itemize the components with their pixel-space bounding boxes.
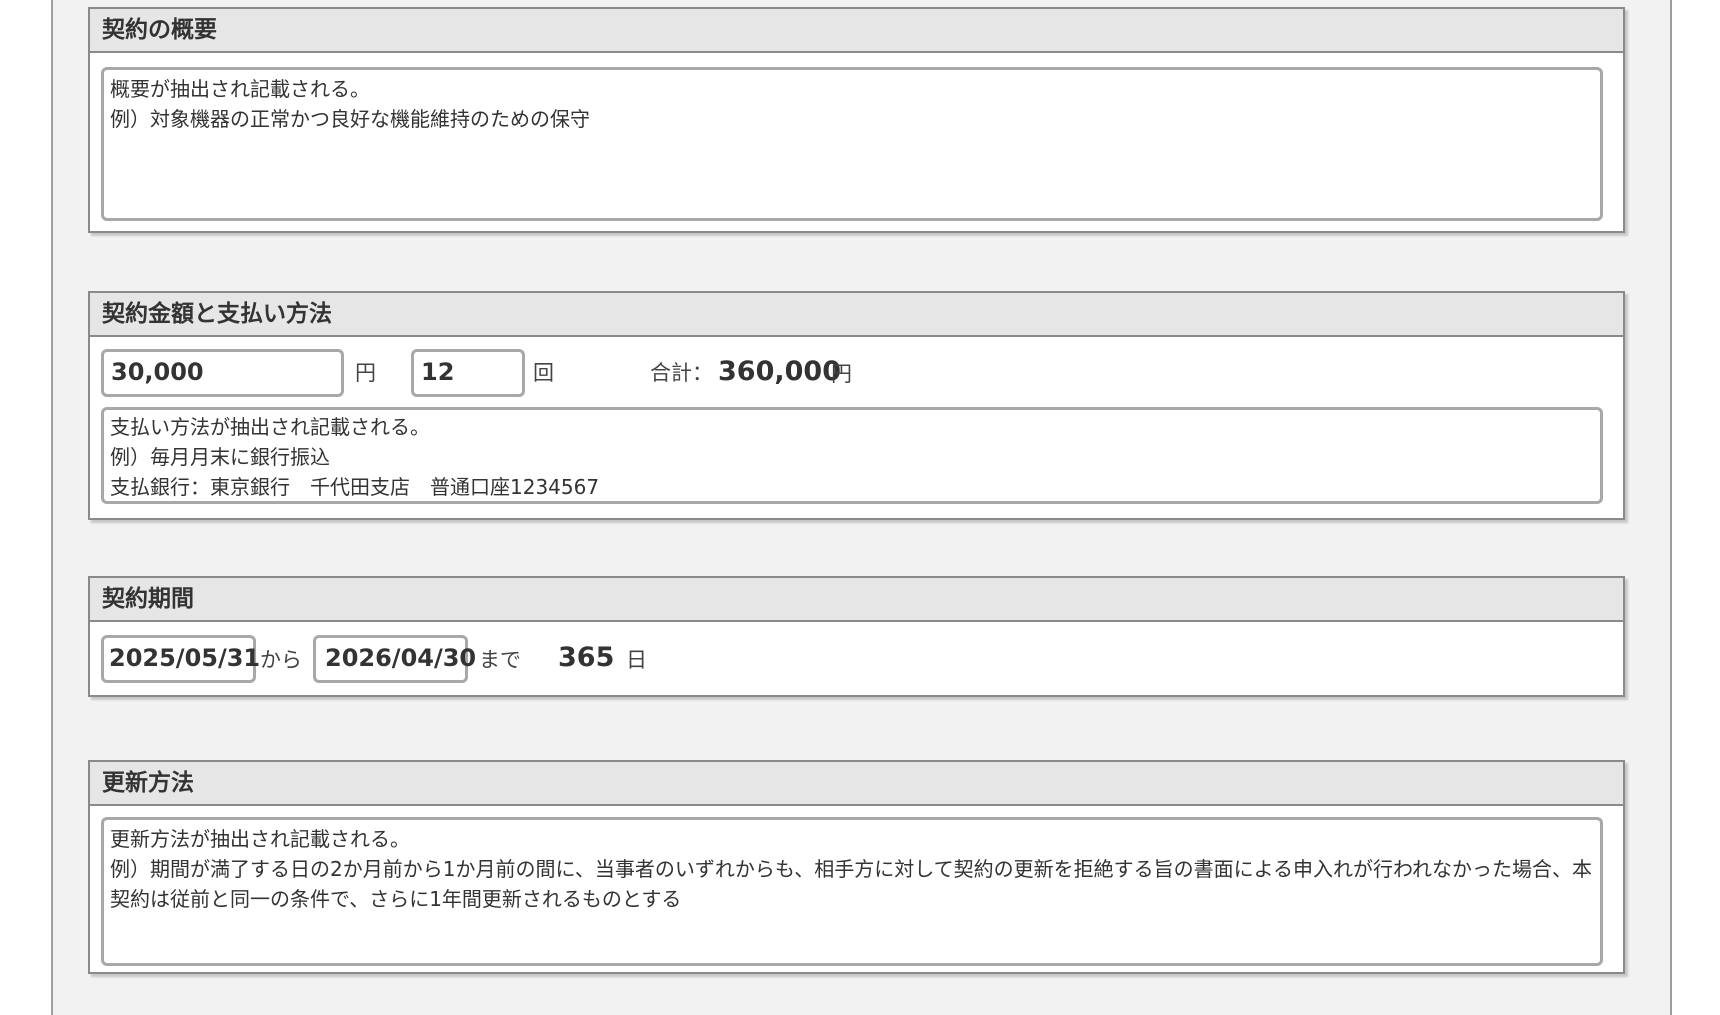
period-panel: 契約期間 2025/05/31 から 2026/04/30 まで 365 日 [88,576,1625,697]
from-label: から [260,648,302,672]
installments-input[interactable]: 12 [411,349,525,397]
renewal-panel: 更新方法 更新方法が抽出され記載される。 例）期間が満了する日の2か月前から1か… [88,760,1625,974]
start-date-input[interactable]: 2025/05/31 [101,635,260,683]
summary-textarea[interactable]: 概要が抽出され記載される。 例）対象機器の正常かつ良好な機能維持のための保守 [101,67,1603,221]
days-unit-label: 日 [626,648,647,672]
summary-panel-title: 契約の概要 [90,9,1623,53]
renewal-textarea[interactable]: 更新方法が抽出され記載される。 例）期間が満了する日の2か月前から1か月前の間に… [101,817,1603,966]
to-label: まで [479,648,521,672]
amount-unit-label: 円 [355,361,376,385]
amount-input[interactable]: 30,000 [101,349,344,397]
payment-method-textarea[interactable]: 支払い方法が抽出され記載される。 例）毎月月末に銀行振込 支払銀行：東京銀行 千… [101,407,1603,504]
payment-panel-title: 契約金額と支払い方法 [90,293,1623,337]
end-date-input[interactable]: 2026/04/30 [313,635,476,683]
summary-panel: 契約の概要 概要が抽出され記載される。 例）対象機器の正常かつ良好な機能維持のた… [88,7,1625,233]
total-label: 合計： [650,361,713,385]
installments-unit-label: 回 [533,361,554,385]
total-unit-label: 円 [831,362,852,386]
total-value: 360,000 [718,356,841,387]
period-panel-title: 契約期間 [90,578,1623,622]
days-value: 365 [558,642,615,673]
payment-panel: 契約金額と支払い方法 30,000 円 12 回 合計： 360,000 円 支… [88,291,1625,520]
renewal-panel-title: 更新方法 [90,762,1623,806]
